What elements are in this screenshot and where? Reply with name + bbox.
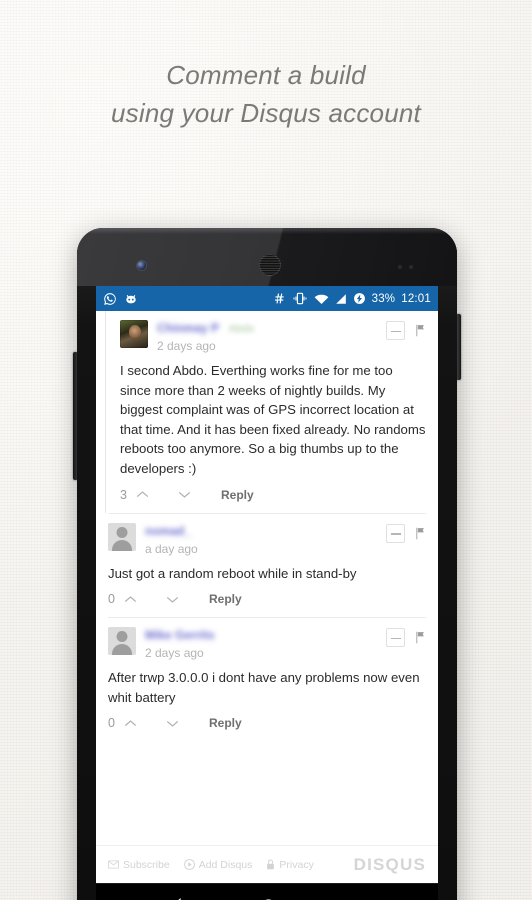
comment-footer: 3 Reply <box>120 488 426 513</box>
flag-icon[interactable] <box>414 324 426 337</box>
subscribe-button[interactable]: Subscribe <box>108 859 170 871</box>
subscribe-label: Subscribe <box>123 858 170 871</box>
hash-icon <box>274 293 284 304</box>
upvote-icon[interactable] <box>124 719 137 728</box>
envelope-icon <box>108 860 119 869</box>
comment-footer: 0 Reply <box>108 716 426 741</box>
phone-screen: 33% 12:01 Chinmay P Abdo 2 days ago I se… <box>96 286 438 900</box>
status-bar: 33% 12:01 <box>96 286 438 311</box>
downvote-icon[interactable] <box>166 719 179 728</box>
promo-headline: Comment a build using your Disqus accoun… <box>0 56 532 132</box>
downvote-icon[interactable] <box>166 595 179 604</box>
disqus-comment-thread[interactable]: Chinmay P Abdo 2 days ago I second Abdo.… <box>96 311 438 883</box>
battery-charging-icon <box>353 293 365 304</box>
comment-author[interactable]: Chinmay P <box>157 321 219 335</box>
comment-item: nomad_ a day ago Just got a random reboo… <box>96 514 438 618</box>
whatsapp-icon <box>104 292 116 305</box>
collapse-button[interactable] <box>386 628 405 648</box>
comment-meta: Chinmay P Abdo 2 days ago <box>157 319 386 354</box>
comment-author-badge: Abdo <box>228 323 255 335</box>
privacy-button[interactable]: Privacy <box>266 858 314 871</box>
comment-header: Mike Gerrits 2 days ago <box>108 626 426 661</box>
flag-icon[interactable] <box>414 631 426 644</box>
promo-headline-line1: Comment a build <box>166 60 366 90</box>
add-disqus-label: Add Disqus <box>198 858 253 871</box>
battery-percent-label: 33% <box>371 292 396 305</box>
reply-button[interactable]: Reply <box>209 592 242 606</box>
comment-item: Mike Gerrits 2 days ago After trwp 3.0.0… <box>96 618 438 741</box>
comment-author[interactable]: Mike Gerrits <box>145 628 214 642</box>
comment-item: Chinmay P Abdo 2 days ago I second Abdo.… <box>105 311 438 513</box>
disqus-footer: Subscribe Add Disqus Privacy DISQUS <box>96 845 438 883</box>
comment-actions <box>386 522 426 543</box>
comment-body: After trwp 3.0.0.0 i dont have any probl… <box>108 670 420 705</box>
comment-timestamp: 2 days ago <box>145 646 204 661</box>
comment-timestamp: a day ago <box>145 541 198 556</box>
signal-icon <box>335 293 346 304</box>
phone-body: 33% 12:01 Chinmay P Abdo 2 days ago I se… <box>77 228 457 900</box>
avatar[interactable] <box>108 627 136 656</box>
upvote-icon[interactable] <box>136 490 149 499</box>
status-bar-notification-icons <box>103 292 138 306</box>
android-navigation-bar <box>96 883 438 900</box>
privacy-label: Privacy <box>279 858 314 871</box>
comment-meta: Mike Gerrits 2 days ago <box>145 626 386 661</box>
comment-body: Just got a random reboot while in stand-… <box>108 565 357 581</box>
play-circle-icon <box>183 859 195 870</box>
vibrate-icon <box>293 292 307 305</box>
cyanogenmod-icon <box>126 294 136 303</box>
proximity-sensor-icon <box>398 265 413 269</box>
comment-body: I second Abdo. Everthing works fine for … <box>120 363 426 476</box>
clock-label: 12:01 <box>401 292 431 305</box>
comment-header: Chinmay P Abdo 2 days ago <box>120 319 426 354</box>
avatar[interactable] <box>120 320 148 348</box>
collapse-button[interactable] <box>386 523 405 543</box>
comment-meta: nomad_ a day ago <box>145 522 386 557</box>
add-disqus-button[interactable]: Add Disqus <box>183 858 253 871</box>
reply-button[interactable]: Reply <box>209 716 242 730</box>
avatar[interactable] <box>108 522 136 551</box>
disqus-logo[interactable]: DISQUS <box>354 855 426 875</box>
comment-actions <box>386 319 426 340</box>
collapse-button[interactable] <box>386 321 405 340</box>
status-bar-system-icons: 33% 12:01 <box>273 292 431 305</box>
downvote-icon[interactable] <box>178 490 191 499</box>
phone-device: 33% 12:01 Chinmay P Abdo 2 days ago I se… <box>73 228 461 900</box>
vote-count: 3 <box>120 487 127 502</box>
home-icon[interactable] <box>259 897 278 900</box>
camera-icon <box>137 261 146 270</box>
lock-icon <box>267 859 275 870</box>
promo-headline-line2: using your Disqus account <box>111 98 421 128</box>
comment-footer: 0 Reply <box>108 592 426 617</box>
comment-actions <box>386 626 426 648</box>
vote-count: 0 <box>108 592 115 607</box>
comment-header: nomad_ a day ago <box>108 522 426 557</box>
speaker-grille-icon <box>259 254 281 276</box>
upvote-icon[interactable] <box>124 595 137 604</box>
reply-button[interactable]: Reply <box>221 488 254 502</box>
flag-icon[interactable] <box>414 527 426 540</box>
comment-author[interactable]: nomad_ <box>145 524 191 538</box>
comment-timestamp: 2 days ago <box>157 339 216 353</box>
wifi-icon <box>314 294 328 304</box>
vote-count: 0 <box>108 716 115 731</box>
back-icon[interactable] <box>167 897 186 900</box>
